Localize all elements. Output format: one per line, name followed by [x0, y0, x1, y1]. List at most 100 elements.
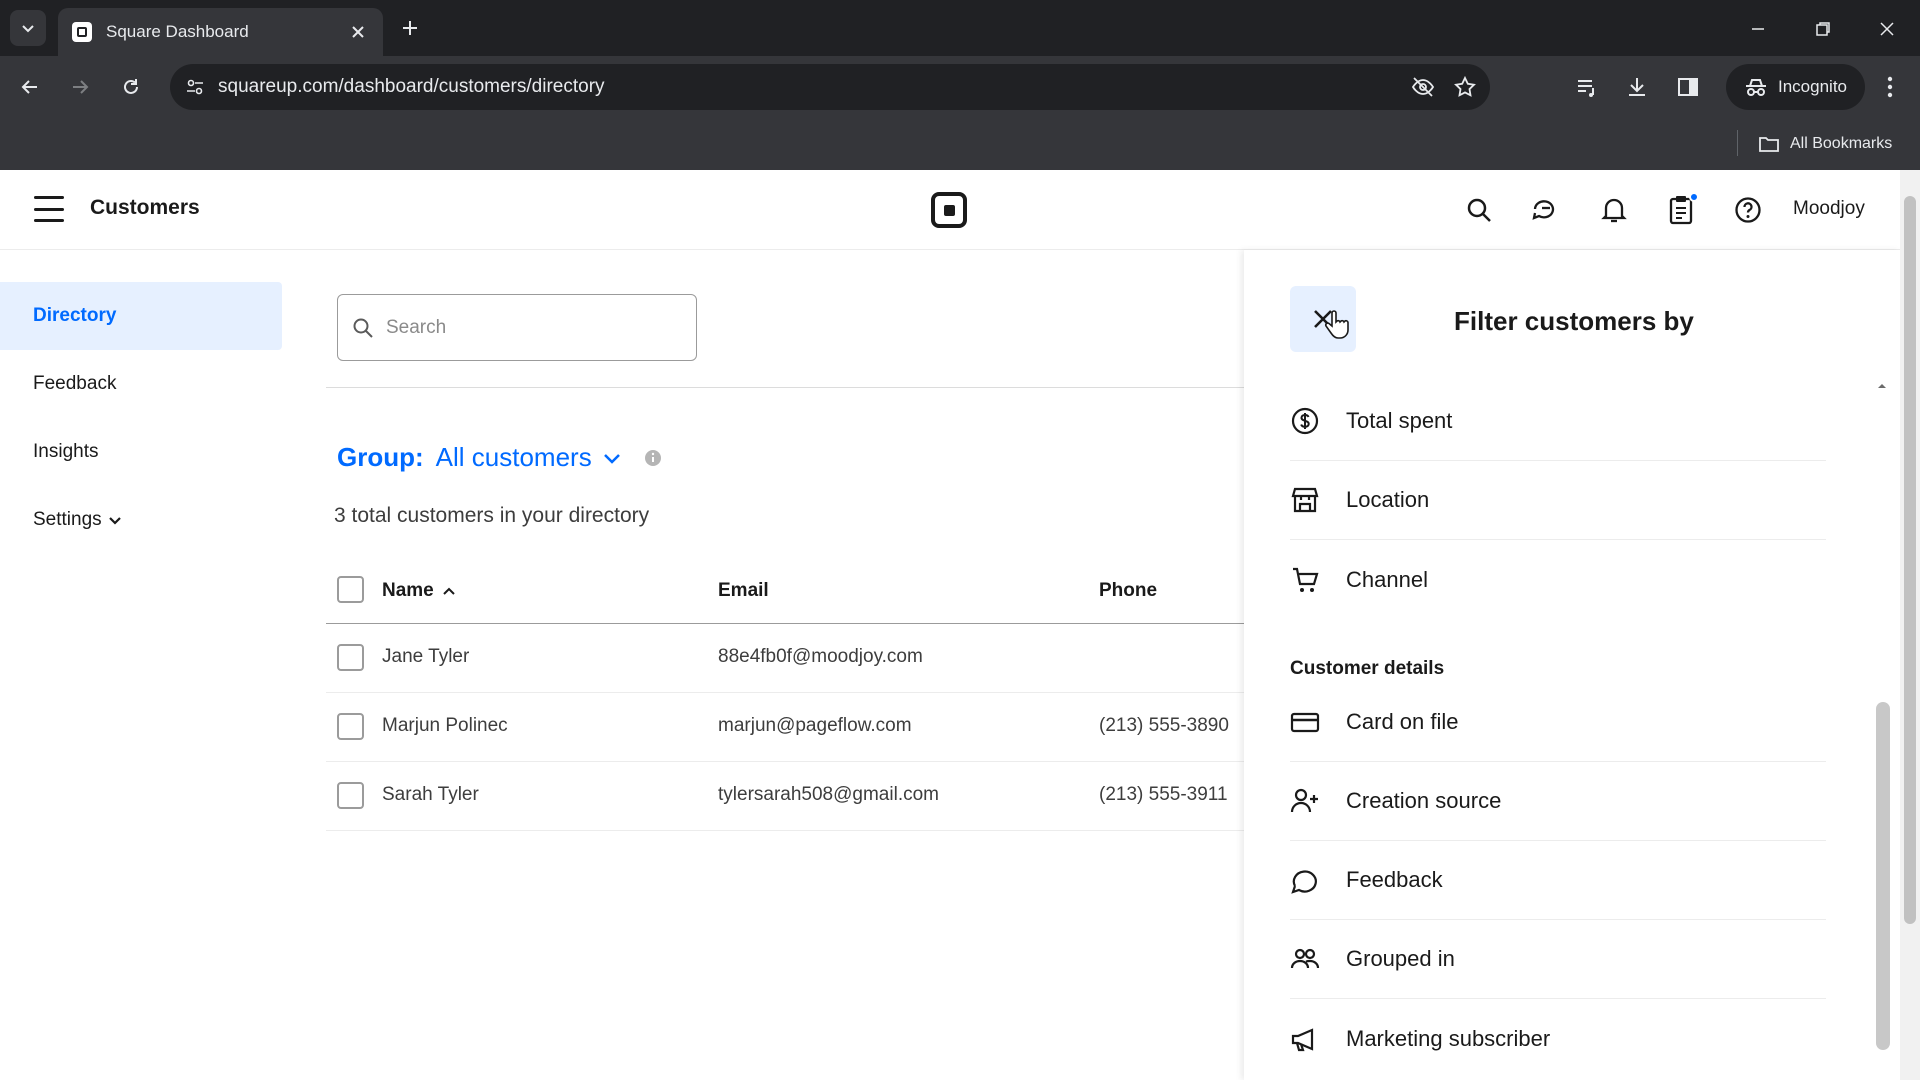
- store-icon: [1291, 487, 1319, 513]
- customer-email: tylersarah508@gmail.com: [718, 784, 939, 805]
- customer-email: marjun@pageflow.com: [718, 715, 912, 736]
- chat-bubble-icon: [1291, 870, 1317, 894]
- incognito-indicator[interactable]: Incognito: [1726, 64, 1865, 110]
- table-row[interactable]: Jane Tyler 88e4fb0f@moodjoy.com: [326, 624, 1244, 693]
- filter-marketing-subscriber[interactable]: Marketing subscriber: [1290, 999, 1826, 1078]
- select-all-checkbox[interactable]: [337, 576, 364, 603]
- info-icon[interactable]: [644, 449, 662, 467]
- bell-icon: [1601, 198, 1627, 223]
- search-placeholder: Search: [386, 316, 447, 338]
- chevron-down-icon[interactable]: [602, 448, 622, 468]
- square-favicon-icon: [72, 22, 92, 42]
- search-icon: [353, 318, 373, 338]
- customer-name: Marjun Polinec: [382, 715, 508, 736]
- back-button[interactable]: [12, 69, 48, 105]
- browser-toolbar: squareup.com/dashboard/customers/directo…: [0, 56, 1920, 118]
- tab-search-button[interactable]: [10, 10, 46, 46]
- reload-button[interactable]: [113, 69, 149, 105]
- url-text: squareup.com/dashboard/customers/directo…: [218, 76, 605, 97]
- minimize-icon: [1752, 28, 1764, 30]
- filter-card-on-file[interactable]: Card on file: [1290, 683, 1826, 762]
- minimize-button[interactable]: [1743, 14, 1773, 44]
- playlist-icon: [1578, 80, 1594, 97]
- arrow-right-icon: [73, 80, 89, 94]
- chevron-up-icon: [443, 587, 455, 595]
- section-header: Customer details: [1290, 658, 1445, 679]
- new-tab-button[interactable]: [396, 14, 424, 42]
- chevron-down-icon: [108, 517, 121, 525]
- folder-icon: [1759, 137, 1779, 152]
- tasks-button[interactable]: [1663, 192, 1699, 228]
- filter-location[interactable]: Location: [1290, 461, 1826, 540]
- sidebar-item-directory[interactable]: Directory: [0, 282, 282, 350]
- sidebar-item-insights[interactable]: Insights: [0, 418, 282, 486]
- table-row[interactable]: Marjun Polinec marjun@pageflow.com (213)…: [326, 693, 1244, 762]
- address-bar[interactable]: squareup.com/dashboard/customers/directo…: [170, 64, 1490, 110]
- search-button[interactable]: [1461, 192, 1497, 228]
- tab-title: Square Dashboard: [106, 22, 249, 41]
- incognito-label: Incognito: [1778, 77, 1847, 96]
- scroll-up-icon: [1878, 384, 1886, 388]
- column-header-phone[interactable]: Phone: [1099, 580, 1157, 602]
- sidebar-item-settings[interactable]: Settings: [0, 486, 282, 554]
- close-icon: [1880, 22, 1894, 36]
- column-label: Email: [718, 580, 769, 601]
- close-window-button[interactable]: [1872, 14, 1902, 44]
- filter-total-spent[interactable]: Total spent: [1290, 382, 1826, 461]
- group-dropdown[interactable]: All customers: [436, 442, 592, 473]
- hamburger-menu-icon[interactable]: [34, 196, 64, 222]
- customer-email: 88e4fb0f@moodjoy.com: [718, 646, 923, 667]
- filter-feedback[interactable]: Feedback: [1290, 841, 1826, 920]
- filter-drawer: Filter customers by Total spent Location…: [1244, 250, 1900, 1080]
- row-checkbox[interactable]: [337, 782, 364, 809]
- group-selector: Group: All customers: [337, 442, 662, 473]
- browser-menu-button[interactable]: [1872, 69, 1908, 105]
- row-checkbox[interactable]: [337, 644, 364, 671]
- chat-bubbles-icon: [1532, 200, 1555, 220]
- group-label: Group:: [337, 442, 424, 472]
- customer-phone: (213) 555-3890: [1099, 715, 1229, 736]
- filter-label: Total spent: [1346, 408, 1453, 433]
- column-header-email[interactable]: Email: [718, 580, 769, 602]
- table-row[interactable]: Sarah Tyler tylersarah508@gmail.com (213…: [326, 762, 1244, 831]
- all-bookmarks-label: All Bookmarks: [1790, 135, 1893, 152]
- restore-button[interactable]: [1808, 14, 1838, 44]
- filter-label: Grouped in: [1346, 946, 1455, 971]
- page-scrollbar-thumb[interactable]: [1904, 196, 1916, 924]
- customer-phone: (213) 555-3911: [1099, 784, 1228, 805]
- column-header-name[interactable]: Name: [382, 580, 456, 602]
- person-add-icon: [1290, 788, 1318, 813]
- search-input[interactable]: Search: [337, 294, 697, 361]
- forward-button[interactable]: [62, 69, 98, 105]
- eye-off-icon[interactable]: [1406, 70, 1440, 104]
- page-title: Customers: [90, 196, 200, 219]
- people-icon: [1290, 948, 1320, 969]
- side-panel-button[interactable]: [1670, 69, 1706, 105]
- drawer-scrollbar-thumb[interactable]: [1876, 702, 1890, 1050]
- bookmark-star-icon[interactable]: [1448, 70, 1482, 104]
- sidebar-item-label: Settings: [33, 509, 102, 530]
- row-checkbox[interactable]: [337, 713, 364, 740]
- megaphone-icon: [1291, 1027, 1314, 1051]
- sidebar: Directory Feedback Insights Settings: [0, 282, 282, 554]
- site-settings-icon[interactable]: [182, 74, 208, 100]
- filter-creation-source[interactable]: Creation source: [1290, 762, 1826, 841]
- browser-tab-bar: Square Dashboard: [0, 0, 1920, 56]
- downloads-button[interactable]: [1619, 69, 1655, 105]
- sidebar-item-feedback[interactable]: Feedback: [0, 350, 282, 418]
- filter-grouped-in[interactable]: Grouped in: [1290, 920, 1826, 999]
- close-icon: [352, 26, 364, 38]
- all-bookmarks-button[interactable]: All Bookmarks: [1758, 130, 1892, 158]
- filter-channel[interactable]: Channel: [1290, 540, 1826, 619]
- messages-button[interactable]: [1528, 192, 1564, 228]
- divider: [326, 387, 1244, 388]
- account-menu[interactable]: Moodjoy: [1793, 198, 1865, 220]
- bookmarks-separator: [1737, 130, 1738, 156]
- tab-close-button[interactable]: [347, 21, 369, 43]
- browser-tab[interactable]: Square Dashboard: [58, 8, 383, 56]
- help-button[interactable]: [1730, 192, 1766, 228]
- notifications-button[interactable]: [1596, 192, 1632, 228]
- filter-label: Location: [1346, 487, 1430, 512]
- media-controls-button[interactable]: [1569, 69, 1605, 105]
- square-logo-icon[interactable]: [931, 192, 967, 228]
